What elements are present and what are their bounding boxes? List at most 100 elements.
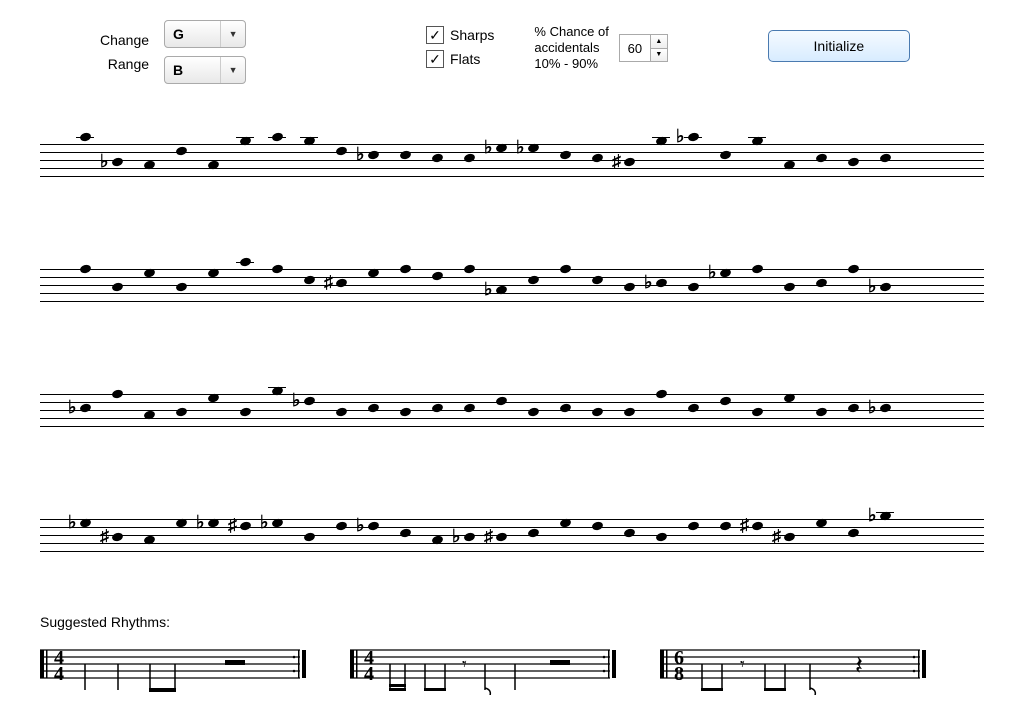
note xyxy=(879,281,892,292)
svg-text:4: 4 xyxy=(54,663,64,685)
change-label: Change xyxy=(100,28,149,52)
flats-checkbox[interactable]: ✓ xyxy=(426,50,444,68)
range-top-select[interactable]: G ▼ xyxy=(164,20,246,48)
sharp-icon: ♯ xyxy=(484,531,493,541)
note xyxy=(303,531,316,542)
staff-line-2: ♯♭♭♭♭ xyxy=(40,239,984,319)
note xyxy=(431,403,444,414)
note xyxy=(303,396,316,407)
chance-block: % Chance of accidentals 10% - 90% 60 ▲ ▼ xyxy=(534,24,667,72)
chance-value: 60 xyxy=(620,35,651,61)
note xyxy=(559,517,572,528)
range-top-value: G xyxy=(165,26,184,42)
initialize-button[interactable]: Initialize xyxy=(768,30,910,62)
note xyxy=(879,153,892,164)
chance-up-icon[interactable]: ▲ xyxy=(651,35,667,49)
note xyxy=(111,389,124,400)
range-bottom-value: B xyxy=(165,62,183,78)
note xyxy=(527,274,540,285)
flat-icon: ♭ xyxy=(708,267,717,277)
note xyxy=(111,531,124,542)
sharp-icon: ♯ xyxy=(772,531,781,541)
note xyxy=(591,521,604,532)
note xyxy=(207,517,220,528)
note xyxy=(495,142,508,153)
staves-container: ♭♭♭♭♯♭♯♭♭♭♭♭♭♭♭♯♭♯♭♭♭♯♯♯♭ xyxy=(40,114,984,569)
note xyxy=(527,142,540,153)
note xyxy=(719,396,732,407)
note xyxy=(399,264,412,275)
rhythms-row: 4 4 4 4 xyxy=(40,640,984,695)
flat-icon: ♭ xyxy=(100,156,109,166)
note xyxy=(687,521,700,532)
note xyxy=(143,410,156,421)
sharps-label: Sharps xyxy=(450,27,494,43)
note xyxy=(815,517,828,528)
note xyxy=(847,264,860,275)
chance-down-icon[interactable]: ▼ xyxy=(651,49,667,62)
staff-line-1: ♭♭♭♭♯♭ xyxy=(40,114,984,194)
flats-label: Flats xyxy=(450,51,480,67)
range-label: Range xyxy=(100,52,149,76)
rhythm-pattern-1: 4 4 xyxy=(40,640,310,695)
note xyxy=(751,406,764,417)
flat-icon: ♭ xyxy=(644,277,653,287)
note xyxy=(847,156,860,167)
note xyxy=(719,267,732,278)
note xyxy=(559,264,572,275)
note xyxy=(431,271,444,282)
staff-line-4: ♭♯♭♯♭♭♭♯♯♯♭ xyxy=(40,489,984,569)
note xyxy=(207,160,220,171)
note xyxy=(495,285,508,296)
note xyxy=(335,146,348,157)
note xyxy=(79,403,92,414)
range-labels: Change Range xyxy=(100,28,149,76)
controls-bar: Change Range G ▼ B ▼ ✓ Sharps ✓ Flats % … xyxy=(40,20,984,84)
note xyxy=(655,531,668,542)
note xyxy=(463,153,476,164)
flat-icon: ♭ xyxy=(868,402,877,412)
note xyxy=(399,528,412,539)
note xyxy=(495,531,508,542)
note xyxy=(79,517,92,528)
svg-text:𝄽: 𝄽 xyxy=(855,651,863,680)
note xyxy=(623,406,636,417)
flat-icon: ♭ xyxy=(452,531,461,541)
note xyxy=(623,281,636,292)
note xyxy=(271,517,284,528)
note xyxy=(143,160,156,171)
note xyxy=(175,281,188,292)
note xyxy=(591,153,604,164)
note xyxy=(367,267,380,278)
note xyxy=(207,392,220,403)
note xyxy=(783,392,796,403)
flat-icon: ♭ xyxy=(196,517,205,527)
note xyxy=(79,264,92,275)
note xyxy=(751,521,764,532)
note xyxy=(463,264,476,275)
note xyxy=(367,521,380,532)
chance-text: % Chance of accidentals 10% - 90% xyxy=(534,24,608,72)
note xyxy=(751,264,764,275)
flat-icon: ♭ xyxy=(356,520,365,530)
note xyxy=(847,528,860,539)
svg-text:𝄾: 𝄾 xyxy=(462,654,467,674)
note xyxy=(591,406,604,417)
note xyxy=(399,406,412,417)
note xyxy=(431,535,444,546)
note xyxy=(623,528,636,539)
note xyxy=(431,153,444,164)
range-bottom-select[interactable]: B ▼ xyxy=(164,56,246,84)
svg-text:4: 4 xyxy=(364,663,374,685)
note xyxy=(335,278,348,289)
note xyxy=(815,153,828,164)
flat-icon: ♭ xyxy=(868,281,877,291)
sharp-icon: ♯ xyxy=(324,277,333,287)
sharps-checkbox[interactable]: ✓ xyxy=(426,26,444,44)
note xyxy=(463,531,476,542)
svg-text:𝄾: 𝄾 xyxy=(740,654,745,674)
chance-spinner[interactable]: 60 ▲ ▼ xyxy=(619,34,668,62)
note xyxy=(879,403,892,414)
note xyxy=(783,281,796,292)
note xyxy=(719,521,732,532)
